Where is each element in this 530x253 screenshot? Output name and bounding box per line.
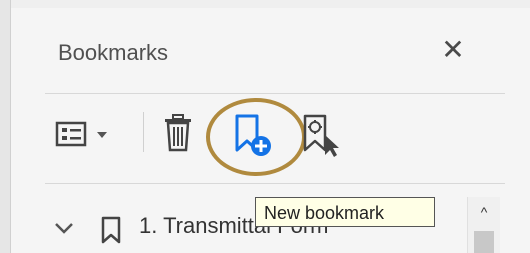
new-bookmark-button[interactable]: [231, 113, 279, 159]
chevron-down-icon: [97, 132, 107, 138]
list-options-icon: [55, 121, 107, 147]
scroll-thumb[interactable]: [474, 231, 494, 253]
find-current-bookmark-icon: [303, 114, 339, 157]
scroll-up-button[interactable]: ^: [468, 203, 500, 221]
delete-bookmark-button[interactable]: [161, 113, 195, 153]
options-button[interactable]: [54, 117, 124, 149]
header-divider: [45, 93, 505, 94]
new-bookmark-icon: [235, 114, 271, 156]
bookmarks-panel: Bookmarks ✕ 1. Transmittal Form ^ New bo…: [11, 0, 530, 253]
tooltip: New bookmark: [255, 197, 435, 227]
panel-title: Bookmarks: [58, 40, 169, 65]
left-gutter: [0, 0, 11, 253]
trash-icon: [165, 114, 191, 152]
toolbar-separator: [143, 112, 144, 152]
find-current-bookmark-button[interactable]: [301, 113, 345, 159]
panel-top-strip: [11, 0, 530, 8]
close-button[interactable]: ✕: [439, 36, 467, 64]
bookmark-icon: [99, 215, 123, 250]
chevron-down-icon: [55, 223, 73, 234]
toolbar-divider: [45, 183, 505, 184]
vertical-scrollbar[interactable]: ^: [467, 197, 500, 253]
expand-chevron-button[interactable]: [53, 217, 75, 244]
